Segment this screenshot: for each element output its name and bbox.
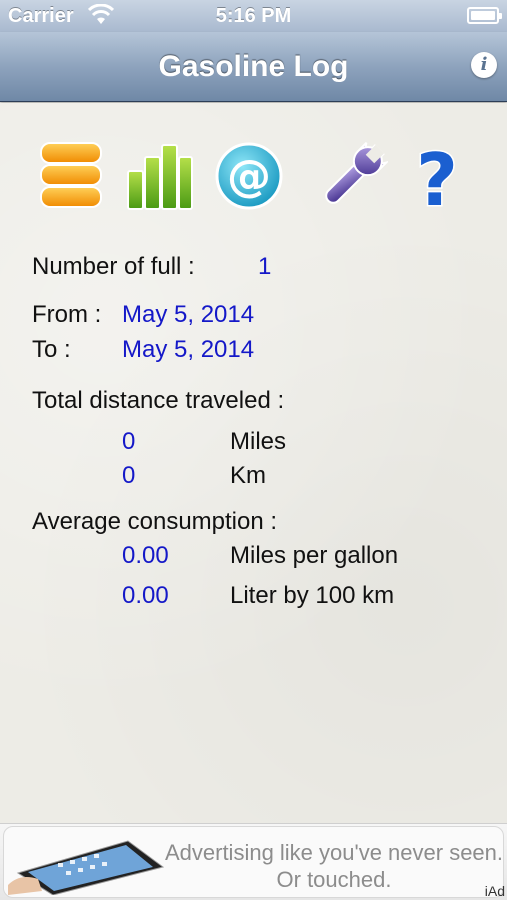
ad-subline: Or touched. (276, 867, 392, 892)
from-date: May 5, 2014 (122, 301, 255, 328)
km-unit: Km (230, 462, 266, 489)
l100-unit: Liter by 100 km (230, 582, 395, 609)
settings-icon[interactable] (318, 139, 388, 213)
miles-value: 0 (122, 428, 136, 455)
to-label: To : (32, 336, 71, 363)
l100-value: 0.00 (122, 582, 169, 609)
email-icon[interactable]: @ (214, 139, 284, 213)
iad-badge: iAd (484, 883, 505, 899)
clock: 5:16 PM (215, 5, 292, 27)
status-bar: Carrier 5:16 PM (0, 0, 507, 32)
miles-unit: Miles (230, 428, 287, 455)
navigation-bar: Gasoline Log i (0, 32, 507, 102)
ad-headline: Advertising like you've never seen. (164, 840, 504, 865)
ad-text[interactable]: Advertising like you've never seen. Or t… (164, 839, 504, 893)
distance-label: Total distance traveled : (32, 387, 285, 414)
main-content: @ ? Number of full : 1 From : May 5, 201… (0, 103, 507, 823)
ad-banner[interactable]: Advertising like you've never seen. Or t… (0, 823, 507, 900)
from-label: From : (32, 301, 102, 328)
consumption-label: Average consumption : (32, 508, 278, 535)
number-of-full-value: 1 (258, 253, 272, 280)
battery-icon (467, 7, 502, 24)
mpg-value: 0.00 (122, 542, 169, 569)
page-title: Gasoline Log (158, 50, 349, 83)
help-icon[interactable]: ? (402, 139, 472, 213)
ad-card[interactable]: Advertising like you've never seen. Or t… (3, 826, 504, 898)
records-icon[interactable] (36, 139, 106, 213)
tablet-image (8, 840, 165, 895)
statistics-icon[interactable] (124, 139, 194, 213)
to-date: May 5, 2014 (122, 336, 255, 363)
mpg-unit: Miles per gallon (230, 542, 399, 569)
info-button[interactable]: i (471, 52, 497, 78)
number-of-full-label: Number of full : (32, 253, 195, 280)
svg-text:?: ? (416, 139, 458, 213)
km-value: 0 (122, 462, 136, 489)
svg-text:@: @ (227, 151, 271, 202)
